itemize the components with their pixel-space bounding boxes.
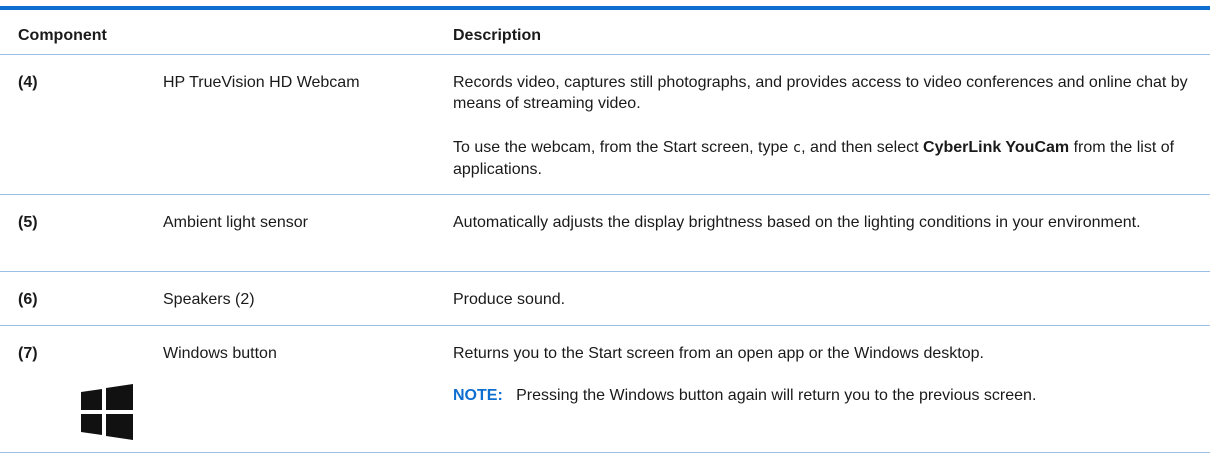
row-5-number: (5) [18,214,38,231]
note-label: NOTE: [453,387,503,404]
header-description: Description [453,27,542,44]
windows-logo-icon [81,384,133,440]
row-divider [0,54,1210,55]
note-text: Pressing the Windows button again will r… [516,387,1037,404]
row-7-note: NOTE: Pressing the Windows button again … [453,385,1193,406]
row-6-description: Produce sound. [453,291,566,308]
row-4-component: HP TrueVision HD Webcam [163,74,360,91]
row-divider [0,325,1210,326]
row-4-usage-app: CyberLink YouCam [923,139,1070,156]
table-header: Component Description [0,16,1210,54]
header-component: Component [18,27,107,44]
row-4-usage-text-b: , and then select [801,139,924,156]
table-top-rule [0,6,1210,10]
row-4-description: Records video, captures still photograph… [453,74,1188,112]
row-divider [0,271,1210,272]
row-5-description: Automatically adjusts the display bright… [453,214,1141,231]
row-4-usage-code: c [792,140,802,156]
row-6-component: Speakers (2) [163,291,255,308]
row-4-usage: To use the webcam, from the Start screen… [453,137,1193,180]
row-divider [0,194,1210,195]
row-6-number: (6) [18,291,38,308]
row-7-component: Windows button [163,345,277,362]
row-7-description: Returns you to the Start screen from an … [453,345,984,362]
row-7-number: (7) [18,345,38,362]
row-5-component: Ambient light sensor [163,214,308,231]
row-divider [0,452,1210,453]
row-4-usage-text-a: To use the webcam, from the Start screen… [453,139,793,156]
row-4-number: (4) [18,74,38,91]
